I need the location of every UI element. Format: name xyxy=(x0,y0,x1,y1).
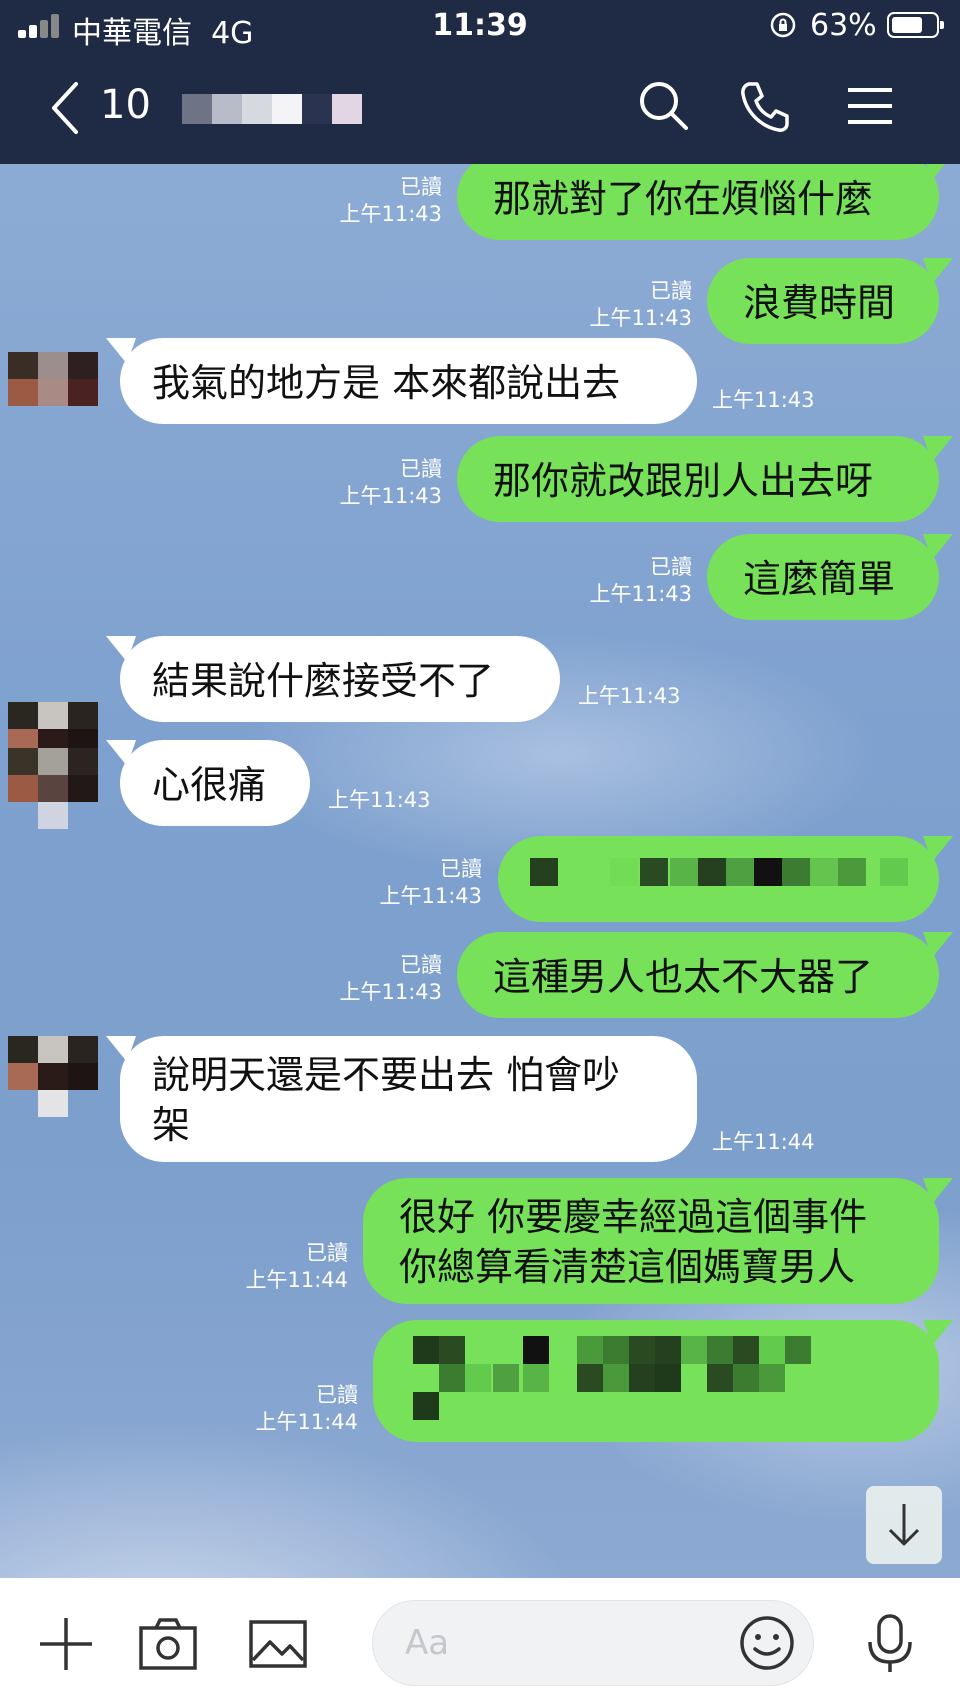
arrow-down-icon xyxy=(888,1504,920,1546)
message-text-line: 你總算看清楚這個媽寶男人 xyxy=(399,1245,856,1289)
message-time: 上午11:43 xyxy=(339,484,442,508)
chat-header: 10 xyxy=(0,52,960,164)
read-receipt: 已讀 xyxy=(400,953,442,977)
read-receipt: 已讀 xyxy=(316,1383,358,1407)
redacted-text xyxy=(413,1336,913,1364)
read-receipt: 已讀 xyxy=(650,555,692,579)
unread-count[interactable]: 10 xyxy=(100,82,151,128)
status-bar: 中華電信 4G 11:39 63% xyxy=(0,0,960,52)
chat-messages[interactable]: 已讀 上午11:43 那就對了你在煩惱什麼 已讀 上午11:43 浪費時間 我氣… xyxy=(0,164,960,1578)
message-meta: 已讀 上午11:43 xyxy=(300,952,442,1006)
outgoing-message[interactable]: 這麼簡單 xyxy=(707,534,939,620)
back-icon[interactable] xyxy=(46,78,86,138)
message-time: 上午11:43 xyxy=(712,388,815,412)
message-time: 上午11:43 xyxy=(328,788,431,812)
message-text: 那你就改跟別人出去呀 xyxy=(493,459,874,503)
composer-bar: Aa xyxy=(0,1578,960,1708)
redacted-text xyxy=(413,1392,473,1420)
message-text: 這麼簡單 xyxy=(743,557,896,601)
message-time: 上午11:43 xyxy=(339,980,442,1004)
outgoing-message[interactable]: 浪費時間 xyxy=(707,258,939,344)
message-meta: 已讀 上午11:44 xyxy=(210,1240,348,1294)
message-time: 上午11:43 xyxy=(379,884,482,908)
mic-icon[interactable] xyxy=(860,1614,920,1674)
message-meta: 已讀 上午11:43 xyxy=(300,456,442,510)
message-text: 結果說什麼接受不了 xyxy=(152,659,495,703)
message-text: 心很痛 xyxy=(152,763,267,807)
outgoing-message[interactable]: 這種男人也太不大器了 xyxy=(457,932,939,1018)
message-time: 上午11:44 xyxy=(245,1268,348,1292)
redacted-text xyxy=(413,1364,913,1392)
redacted-text xyxy=(530,858,910,886)
message-meta: 已讀 上午11:43 xyxy=(340,856,482,910)
message-time: 上午11:43 xyxy=(589,306,692,330)
message-time: 上午11:44 xyxy=(255,1410,358,1434)
battery-percent: 63% xyxy=(810,8,877,43)
incoming-message[interactable]: 結果說什麼接受不了 xyxy=(120,636,560,722)
menu-icon[interactable] xyxy=(840,76,900,136)
message-text: 我氣的地方是 本來都說出去 xyxy=(152,361,621,405)
plus-icon[interactable] xyxy=(36,1614,96,1674)
battery-icon xyxy=(887,12,944,38)
outgoing-message[interactable]: 很好 你要慶幸經過這個事件 你總算看清楚這個媽寶男人 xyxy=(363,1178,939,1304)
message-text-line: 架 xyxy=(152,1103,191,1147)
image-icon[interactable] xyxy=(248,1614,308,1674)
incoming-message[interactable]: 我氣的地方是 本來都說出去 xyxy=(120,338,697,424)
read-receipt: 已讀 xyxy=(440,857,482,881)
chat-name-redacted xyxy=(182,94,362,124)
avatar[interactable] xyxy=(8,352,98,432)
message-text: 浪費時間 xyxy=(743,281,896,325)
read-receipt: 已讀 xyxy=(400,457,442,481)
outgoing-message-redacted[interactable] xyxy=(373,1320,939,1442)
message-time: 上午11:43 xyxy=(578,684,681,708)
read-receipt: 已讀 xyxy=(306,1241,348,1265)
message-meta: 已讀 上午11:43 xyxy=(530,278,692,332)
phone-icon[interactable] xyxy=(735,76,795,136)
message-input[interactable]: Aa xyxy=(372,1600,814,1686)
read-receipt: 已讀 xyxy=(650,279,692,303)
outgoing-message[interactable]: 那就對了你在煩惱什麼 xyxy=(457,164,939,240)
orientation-lock-icon xyxy=(770,12,796,45)
message-meta: 已讀 上午11:43 xyxy=(300,174,442,228)
incoming-message[interactable]: 心很痛 xyxy=(120,740,310,826)
message-text-line: 說明天還是不要出去 怕會吵 xyxy=(152,1053,621,1097)
outgoing-message-redacted[interactable] xyxy=(498,836,939,922)
outgoing-message[interactable]: 那你就改跟別人出去呀 xyxy=(457,436,939,522)
avatar[interactable] xyxy=(8,748,98,838)
message-time: 上午11:43 xyxy=(339,202,442,226)
message-meta: 已讀 上午11:44 xyxy=(220,1382,358,1436)
scroll-to-bottom-button[interactable] xyxy=(866,1486,942,1564)
incoming-message[interactable]: 說明天還是不要出去 怕會吵 架 xyxy=(120,1036,697,1162)
message-meta: 已讀 上午11:43 xyxy=(530,554,692,608)
message-time: 上午11:44 xyxy=(712,1130,815,1154)
message-time: 上午11:43 xyxy=(589,582,692,606)
emoji-icon[interactable] xyxy=(737,1613,797,1673)
input-placeholder: Aa xyxy=(405,1623,450,1663)
message-text: 這種男人也太不大器了 xyxy=(493,955,874,999)
search-icon[interactable] xyxy=(634,76,694,136)
message-text: 那就對了你在煩惱什麼 xyxy=(493,177,874,221)
avatar[interactable] xyxy=(8,1036,98,1126)
message-text-line: 很好 你要慶幸經過這個事件 xyxy=(399,1195,868,1239)
camera-icon[interactable] xyxy=(138,1614,198,1674)
read-receipt: 已讀 xyxy=(400,175,442,199)
